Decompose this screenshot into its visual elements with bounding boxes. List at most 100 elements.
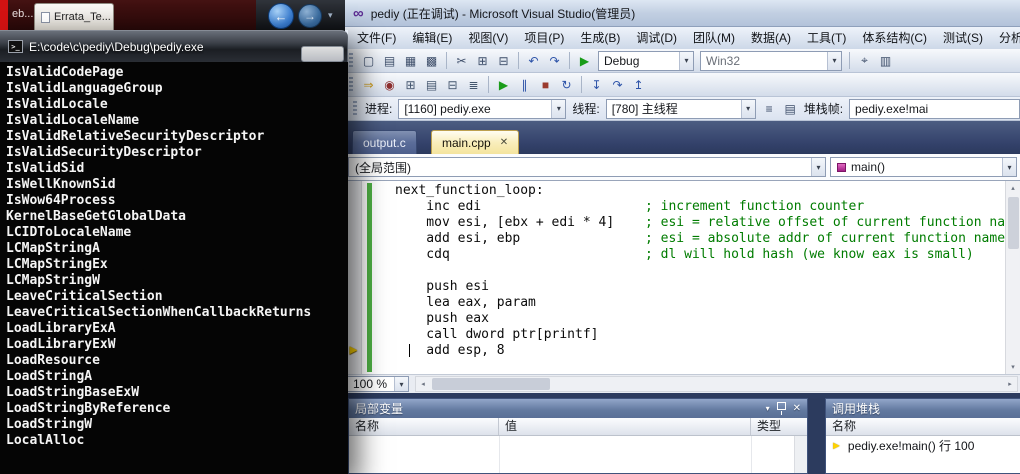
show-next-statement-icon[interactable]: ⇒	[359, 75, 378, 94]
menu-item[interactable]: 调试(D)	[628, 27, 685, 49]
callstack-window-icon[interactable]: ≣	[464, 75, 483, 94]
titlebar-glass-highlight	[301, 46, 344, 62]
cut-icon[interactable]: ✂	[452, 51, 471, 70]
vertical-scrollbar[interactable]	[794, 436, 807, 473]
step-into-icon[interactable]: ↧	[587, 75, 606, 94]
code-editor[interactable]: ► next_function_loop: inc edi ; increment…	[345, 181, 1020, 374]
horizontal-scrollbar[interactable]: ◂ ▸	[415, 376, 1018, 392]
copy-icon[interactable]: ⊞	[473, 51, 492, 70]
close-icon[interactable]: ✕	[500, 137, 508, 148]
tab-output-c[interactable]: output.c	[352, 130, 417, 154]
solution-explorer-icon[interactable]: ▥	[876, 51, 895, 70]
immediate-window-icon[interactable]: ⊞	[401, 75, 420, 94]
vs-title-bar[interactable]: ∞ pediy (正在调试) - Microsoft Visual Studio…	[345, 0, 1020, 27]
start-debugging-button[interactable]: ▶	[575, 51, 594, 70]
continue-icon[interactable]: ▶	[494, 75, 513, 94]
menu-item[interactable]: 数据(A)	[743, 27, 799, 49]
console-title: E:\code\c\pediy\Debug\pediy.exe	[29, 39, 204, 54]
chevron-down-icon[interactable]: ▾	[740, 99, 755, 118]
toolbar-separator	[518, 52, 519, 69]
locals-panel-header[interactable]: 局部变量 ▾ ✕	[349, 399, 807, 418]
toolbar-grip[interactable]	[349, 77, 353, 92]
browser-window-edge	[0, 0, 8, 30]
toolbar-grip[interactable]	[349, 53, 353, 68]
locals-grid[interactable]	[349, 436, 807, 473]
console-line: LCIDToLocaleName	[6, 225, 132, 240]
scrollbar-thumb[interactable]	[432, 378, 550, 390]
undo-icon[interactable]: ↶	[524, 51, 543, 70]
scroll-left-icon[interactable]: ◂	[416, 377, 430, 391]
paste-icon[interactable]: ⊟	[494, 51, 513, 70]
menu-item[interactable]: 测试(S)	[935, 27, 991, 49]
process-combo[interactable]: [1160] pediy.exe ▾	[398, 98, 567, 119]
restart-icon[interactable]: ↻	[557, 75, 576, 94]
callstack-row[interactable]: ► pediy.exe!main() 行 100	[826, 436, 1020, 455]
open-file-icon[interactable]: ▤	[380, 51, 399, 70]
breakpoints-window-icon[interactable]: ◉	[380, 75, 399, 94]
threads-window-icon[interactable]: ≡	[760, 99, 779, 118]
toolbar-grip[interactable]	[353, 101, 357, 116]
column-name[interactable]: 名称	[826, 418, 1020, 435]
members-combo[interactable]: main() ▾	[830, 157, 1017, 177]
stop-debugging-icon[interactable]: ■	[536, 75, 555, 94]
chevron-down-icon[interactable]: ▾	[679, 51, 693, 70]
code-text: add esi, ebp	[395, 231, 521, 246]
scroll-right-icon[interactable]: ▸	[1003, 377, 1017, 391]
chevron-down-icon[interactable]: ▾	[551, 99, 566, 118]
parallel-stacks-icon[interactable]: ▤	[781, 99, 800, 118]
chevron-down-icon[interactable]: ▾	[394, 377, 408, 391]
stack-frame-combo[interactable]: pediy.exe!mai	[849, 98, 1020, 119]
tab-label: output.c	[363, 135, 406, 150]
forward-button[interactable]: →	[298, 4, 322, 28]
column-type[interactable]: 类型	[751, 418, 807, 435]
save-all-icon[interactable]: ▩	[422, 51, 441, 70]
thread-label: 线程:	[572, 102, 600, 116]
locals-window-icon[interactable]: ▤	[422, 75, 441, 94]
menu-item[interactable]: 工具(T)	[799, 27, 854, 49]
scrollbar-thumb[interactable]	[1008, 197, 1019, 249]
chevron-down-icon[interactable]: ▾	[811, 158, 825, 176]
zoom-combo[interactable]: 100 % ▾	[347, 376, 409, 392]
tab-main-cpp[interactable]: main.cpp ✕	[431, 130, 520, 154]
chevron-down-icon[interactable]: ▾	[328, 10, 333, 21]
vertical-scrollbar[interactable]: ▴ ▾	[1005, 181, 1020, 374]
close-icon[interactable]: ✕	[793, 403, 801, 414]
toolbar-separator	[569, 52, 570, 69]
column-value[interactable]: 值	[499, 418, 751, 435]
step-over-icon[interactable]: ↷	[608, 75, 627, 94]
menu-item[interactable]: 体系结构(C)	[854, 27, 935, 49]
scroll-down-icon[interactable]: ▾	[1006, 360, 1020, 374]
scroll-up-icon[interactable]: ▴	[1006, 181, 1020, 195]
back-button[interactable]: ←	[268, 3, 294, 29]
save-icon[interactable]: ▦	[401, 51, 420, 70]
menu-item[interactable]: 分析(N)	[991, 27, 1020, 49]
pin-icon[interactable]	[777, 402, 786, 415]
menu-item[interactable]: 生成(B)	[572, 27, 628, 49]
column-name[interactable]: 名称	[349, 418, 499, 435]
window-menu-icon[interactable]: ▾	[766, 404, 770, 413]
thread-combo[interactable]: [780] 主线程 ▾	[605, 98, 756, 119]
locals-panel: 局部变量 ▾ ✕ 名称 值 类型	[348, 398, 808, 474]
console-line: LCMapStringW	[6, 273, 100, 288]
new-file-icon[interactable]: ▢	[359, 51, 378, 70]
menu-item[interactable]: 文件(F)	[349, 27, 404, 49]
solution-configuration-combo[interactable]: Debug ▾	[598, 50, 694, 71]
chevron-down-icon[interactable]: ▾	[1002, 158, 1016, 176]
menu-item[interactable]: 团队(M)	[685, 27, 743, 49]
menu-item[interactable]: 编辑(E)	[404, 27, 460, 49]
menu-item[interactable]: 视图(V)	[460, 27, 516, 49]
chevron-down-icon[interactable]: ▾	[827, 51, 841, 70]
break-all-icon[interactable]: ∥	[515, 75, 534, 94]
find-in-files-icon[interactable]: ⌖	[855, 51, 874, 70]
console-line: IsValidLocale	[6, 97, 108, 112]
console-title-bar[interactable]: >_ E:\code\c\pediy\Debug\pediy.exe	[0, 30, 348, 62]
redo-icon[interactable]: ↷	[545, 51, 564, 70]
types-combo[interactable]: (全局范围) ▾	[348, 157, 826, 177]
console-output[interactable]: IsValidCodePage IsValidLanguageGroup IsVal…	[0, 62, 348, 474]
callstack-panel-header[interactable]: 调用堆栈	[826, 399, 1020, 418]
browser-tab[interactable]: Errata_Te...	[34, 3, 114, 30]
solution-platform-combo[interactable]: Win32 ▾	[700, 50, 842, 71]
step-out-icon[interactable]: ↥	[629, 75, 648, 94]
watch-window-icon[interactable]: ⊟	[443, 75, 462, 94]
menu-item[interactable]: 项目(P)	[516, 27, 572, 49]
